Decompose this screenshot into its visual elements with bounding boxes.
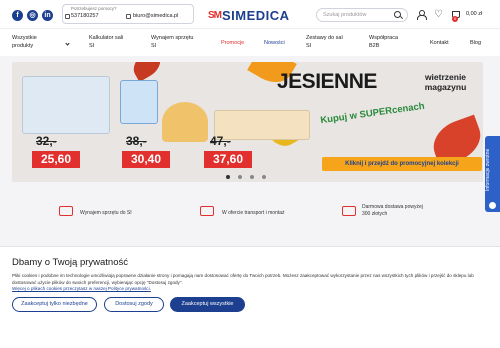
chevron-down-icon[interactable] xyxy=(65,41,70,46)
feedback-tab[interactable]: Informacje zwrotne xyxy=(485,136,500,212)
linkedin-icon[interactable]: in xyxy=(42,10,53,21)
nav-rental[interactable]: Wynajem sprzętu SI xyxy=(151,34,193,50)
cookie-title: Dbamy o Twoją prywatność xyxy=(12,257,128,268)
feature-transport: W ofercie transport i montaż xyxy=(222,210,285,216)
cart-count-badge: 0 xyxy=(452,16,458,22)
contact-help-label: Potrzebujesz pomocy? xyxy=(71,6,117,11)
logo[interactable]: SIMEDICA xyxy=(222,8,290,23)
search-icon[interactable] xyxy=(394,11,401,18)
banner-tagline: Kupuj w SUPERcenach xyxy=(319,100,426,127)
nav-news[interactable]: Nowości xyxy=(264,39,285,47)
mail-icon xyxy=(126,14,131,19)
banner-cta[interactable]: Kliknij i przejdź do promocyjnej kolekcj… xyxy=(322,157,482,171)
carousel-dot[interactable] xyxy=(262,175,266,179)
new-price: 37,60 xyxy=(204,151,252,168)
accept-required-button[interactable]: Zaakceptuj tylko niezbędne xyxy=(12,297,97,312)
phone-icon xyxy=(65,14,70,19)
user-icon[interactable] xyxy=(417,10,427,20)
cookie-consent: Dbamy o Twoją prywatność Pliki cookies i… xyxy=(0,246,500,348)
instagram-icon[interactable]: ◎ xyxy=(27,10,38,21)
carousel-dot[interactable] xyxy=(250,175,254,179)
carousel-dot[interactable] xyxy=(238,175,242,179)
new-price: 25,60 xyxy=(32,151,80,168)
nav-calculator[interactable]: Kalkulator sali SI xyxy=(89,34,123,50)
cart-total[interactable]: 0,00 zł xyxy=(466,11,482,17)
page: f ◎ in Potrzebujesz pomocy? 537180257 bi… xyxy=(0,0,500,348)
product-image xyxy=(162,102,208,142)
carousel-dot[interactable] xyxy=(226,175,230,179)
banner-subheadline: wietrzenie magazynu xyxy=(424,72,467,92)
nav-contact[interactable]: Kontakt xyxy=(430,39,449,47)
product-image xyxy=(120,80,158,124)
heart-icon[interactable]: ♡ xyxy=(434,10,443,20)
handshake-icon xyxy=(59,206,73,216)
old-price: 47,- xyxy=(210,134,231,148)
customize-consent-button[interactable]: Dostosuj zgody xyxy=(104,297,164,312)
banner-headline: JESIENNE xyxy=(277,70,377,93)
old-price: 32,- xyxy=(36,134,57,148)
nav-blog[interactable]: Blog xyxy=(470,39,481,47)
phone-link[interactable]: 537180257 xyxy=(71,13,99,19)
cookie-text: Pliki cookies i podobne im technologie u… xyxy=(12,273,474,285)
logo-mark[interactable]: SM xyxy=(208,10,222,21)
nav-sets[interactable]: Zestawy do sal SI xyxy=(306,34,343,50)
feedback-tab-label: Informacje zwrotne xyxy=(485,148,491,192)
privacy-policy-link[interactable]: Więcej o plikach cookies przeczytasz w n… xyxy=(12,286,151,291)
nav-all-products[interactable]: Wszystkie produkty xyxy=(12,34,37,50)
contact-box: Potrzebujesz pomocy? 537180257 biuro@sim… xyxy=(62,4,194,24)
old-price: 38,- xyxy=(126,134,147,148)
feedback-icon xyxy=(489,202,496,209)
promo-banner[interactable]: 32,- 25,60 38,- 30,40 47,- 37,60 JESIENN… xyxy=(12,62,483,182)
new-price: 30,40 xyxy=(122,151,170,168)
package-icon xyxy=(342,206,356,216)
main-nav: Wszystkie produkty Kalkulator sali SI Wy… xyxy=(0,28,500,56)
nav-b2b[interactable]: Współpraca B2B xyxy=(369,34,398,50)
feature-delivery: Darmowa dostawa powyżej 300 złotych xyxy=(362,204,423,217)
feature-rental: Wynajem sprzętu do SI xyxy=(80,210,132,216)
product-image xyxy=(22,76,110,134)
facebook-icon[interactable]: f xyxy=(12,10,23,21)
nav-promotions[interactable]: Promocje xyxy=(221,39,244,47)
top-header: f ◎ in Potrzebujesz pomocy? 537180257 bi… xyxy=(0,0,500,28)
accept-all-button[interactable]: Zaakceptuj wszystkie xyxy=(170,297,245,312)
truck-icon xyxy=(200,206,214,216)
email-link[interactable]: biuro@simedica.pl xyxy=(133,13,178,19)
